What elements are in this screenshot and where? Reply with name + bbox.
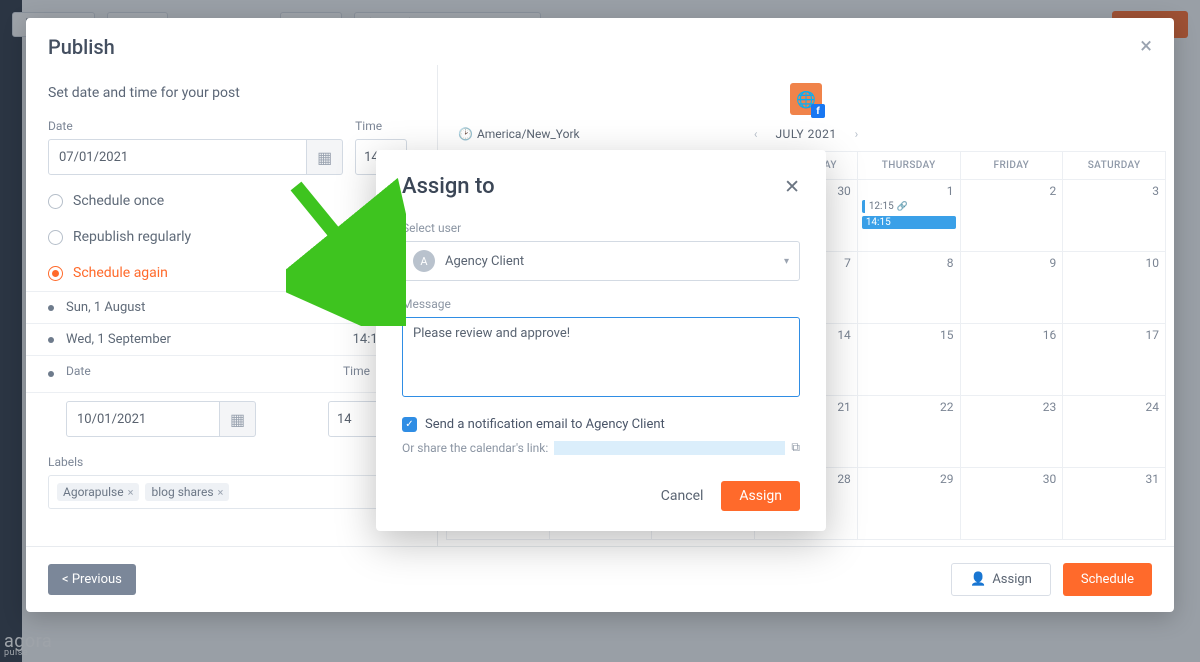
assign-modal: Assign to ✕ Select user A Agency Client … [376,150,826,531]
notify-checkbox-row[interactable]: ✓ Send a notification email to Agency Cl… [402,417,800,432]
assign-confirm-button[interactable]: Assign [721,481,800,511]
select-user-label: Select user [402,221,800,235]
assign-modal-close-icon[interactable]: ✕ [784,175,800,198]
copy-icon[interactable]: ⧉ [791,440,800,455]
user-name: Agency Client [445,254,524,269]
message-label: Message [402,297,800,311]
share-link-field[interactable] [554,441,785,455]
user-avatar: A [413,250,435,272]
chevron-down-icon: ▾ [784,256,789,267]
user-select[interactable]: A Agency Client ▾ [402,241,800,281]
assign-modal-title: Assign to [402,174,495,199]
assign-cancel-button[interactable]: Cancel [661,488,704,504]
checkbox-checked-icon[interactable]: ✓ [402,417,417,432]
message-textarea[interactable]: Please review and approve! [402,317,800,397]
share-link-row: Or share the calendar's link: ⧉ [402,440,800,455]
